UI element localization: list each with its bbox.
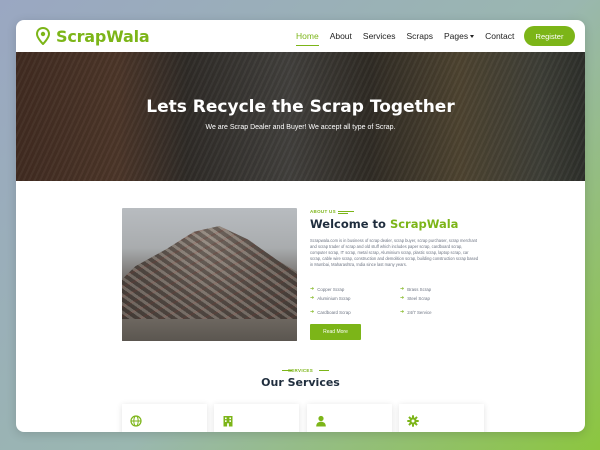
about-title-brand: ScrapWala [389,217,459,231]
eyebrow-divider [338,211,354,212]
globe-icon [130,415,142,427]
browser-window: ScrapWala Home About Services Scraps Pag… [16,20,585,432]
nav-services[interactable]: Services [363,31,396,41]
arrow-right-icon: ➜ [400,295,405,301]
feature-item: ➜ Brass Scrap [400,286,431,292]
map-pin-icon [36,27,50,45]
nav-home[interactable]: Home [296,31,319,46]
nav-about[interactable]: About [330,31,352,41]
building-icon [223,416,233,427]
feature-label: Copper Scrap [317,286,345,292]
service-card[interactable] [307,404,392,432]
arrow-right-icon: ➜ [400,286,405,292]
arrow-right-icon: ➜ [310,309,315,315]
feature-label: Aluminium Scrap [317,295,351,301]
feature-label: Cardboard Scrap [317,309,351,315]
hero-banner: Lets Recycle the Scrap Together We are S… [16,52,585,181]
arrow-right-icon: ➜ [400,309,405,315]
nav-pages-label: Pages [443,31,469,41]
about-eyebrow: ABOUT US [310,209,336,214]
feature-item: ➜ 24/7 Service [400,309,432,315]
feature-label: Steel Scrap [407,295,430,301]
nav-contact[interactable]: Contact [485,31,514,41]
arrow-right-icon: ➜ [310,295,315,301]
image-ground [122,319,297,341]
feature-label: 24/7 Service [407,309,432,315]
feature-label: Brass Scrap [407,286,432,292]
brand-logo[interactable]: ScrapWala [36,27,150,46]
arrow-right-icon: ➜ [310,286,315,292]
services-title: Our Services [261,376,340,389]
scrap-pile-image [122,208,297,341]
brand-name: ScrapWala [56,26,150,46]
main-menu: Home About Services Scraps Pages Contact [296,20,514,52]
register-button[interactable]: Register [524,26,575,46]
services-eyebrow: SERVICES [287,368,314,373]
feature-item: ➜ Steel Scrap [400,295,430,301]
user-icon [316,415,326,427]
caret-down-icon [470,35,475,39]
feature-item: ➜ Copper Scrap [310,286,344,292]
service-card[interactable] [214,404,299,432]
feature-item: ➜ Cardboard Scrap [310,309,351,315]
about-description: Scrapwala.com is in business of scrap de… [310,238,479,268]
read-more-button[interactable]: Read More [310,324,361,340]
nav-scraps[interactable]: Scraps [407,31,433,41]
feature-item: ➜ Aluminium Scrap [310,295,350,301]
gear-icon [407,415,419,427]
service-card[interactable] [399,404,484,432]
about-title-prefix: Welcome to [310,217,386,231]
navbar: ScrapWala Home About Services Scraps Pag… [16,20,585,52]
nav-pages-dropdown[interactable]: Pages [443,31,475,41]
eyebrow-divider-short [338,213,348,214]
services-eyebrow-line-right [319,370,329,371]
hero-subtitle: We are Scrap Dealer and Buyer! We accept… [205,124,396,131]
service-card[interactable] [122,404,207,432]
hero-title: Lets Recycle the Scrap Together [146,97,455,117]
about-title: Welcome to ScrapWala [310,217,458,231]
